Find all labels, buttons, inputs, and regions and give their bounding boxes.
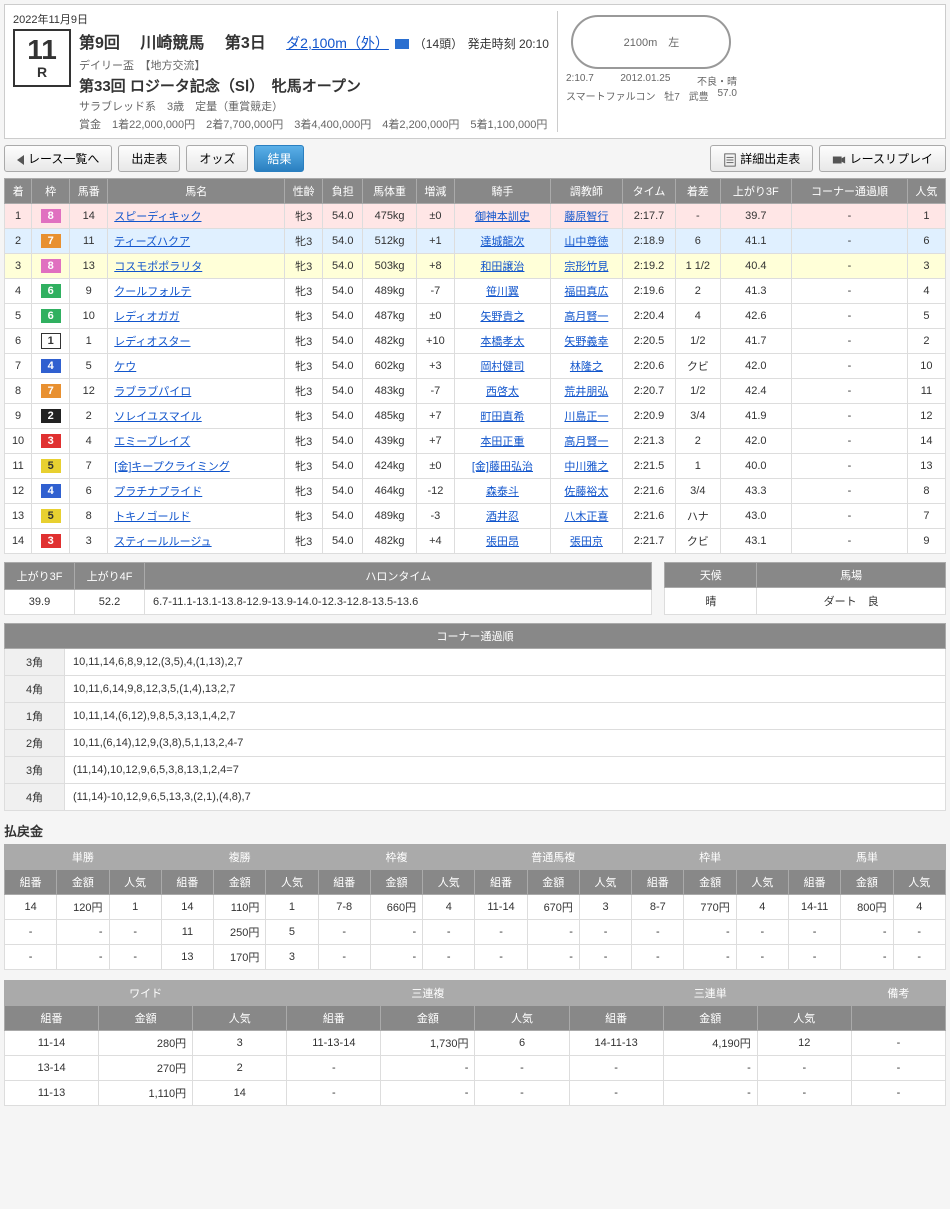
result-row: 1814スピーディキック牝354.0475kg±0御神本訓史藤原智行2:17.7… — [5, 204, 946, 229]
results-table: 着枠馬番馬名性齡負担馬体重増減騎手調教師タイム着差上がり3Fコーナー通過順人気 … — [4, 178, 946, 554]
horse-link[interactable]: スティールルージュ — [114, 536, 211, 548]
venue-name: 川崎競馬 — [140, 35, 204, 52]
trainer-link[interactable]: 荒井朋弘 — [564, 386, 608, 398]
result-row: 1034エミーブレイズ牝354.0439kg+7本田正重高月賢一2:21.324… — [5, 429, 946, 454]
result-row: 745ケウ牝354.0602kg+3岡村健司林隆之2:20.6クビ42.0-10 — [5, 354, 946, 379]
trainer-link[interactable]: 八木正喜 — [564, 511, 608, 523]
jockey-link[interactable]: 岡村健司 — [480, 361, 524, 373]
jockey-link[interactable]: 本田正重 — [480, 436, 524, 448]
document-icon — [723, 153, 737, 167]
jockey-link[interactable]: 町田直希 — [480, 411, 524, 423]
horse-link[interactable]: ティーズハクア — [114, 236, 190, 248]
race-name: 第33回 ロジータ記念（SⅠ） 牝馬オープン — [79, 75, 549, 96]
trainer-link[interactable]: 宗形竹見 — [564, 261, 608, 273]
trainer-link[interactable]: 矢野義幸 — [564, 336, 608, 348]
result-button[interactable]: 結果 — [254, 145, 304, 172]
horse-link[interactable]: スピーディキック — [114, 211, 201, 223]
trainer-link[interactable]: 川島正一 — [564, 411, 608, 423]
lap-table: 上がり3F上がり4Fハロンタイム 39.952.26.7-11.1-13.1-1… — [4, 562, 652, 615]
jockey-link[interactable]: [金]藤田弘治 — [472, 461, 533, 473]
trainer-link[interactable]: 高月賢一 — [564, 311, 608, 323]
jockey-link[interactable]: 西啓太 — [486, 386, 519, 398]
jockey-link[interactable]: 笹川翼 — [486, 286, 519, 298]
horse-link[interactable]: ケウ — [114, 361, 136, 373]
result-row: 469クールフォルテ牝354.0489kg-7笹川翼福田真広2:19.6241.… — [5, 279, 946, 304]
horse-link[interactable]: ラブラブパイロ — [114, 386, 191, 398]
jockey-link[interactable]: 張田昂 — [486, 536, 519, 548]
horse-link[interactable]: コスモポポラリタ — [114, 261, 202, 273]
horse-link[interactable]: [金]キープクライミング — [114, 461, 229, 473]
result-row: 611レディオスター牝354.0482kg+10本橋孝太矢野義幸2:20.51/… — [5, 329, 946, 354]
trainer-link[interactable]: 中川雅之 — [564, 461, 608, 473]
horse-link[interactable]: レディオスター — [114, 336, 190, 348]
weather-table: 天候馬場 晴ダート 良 — [664, 562, 946, 615]
camera-icon — [832, 153, 846, 167]
trainer-link[interactable]: 藤原智行 — [564, 211, 608, 223]
race-number-box: 11 R — [13, 29, 71, 87]
result-row: 1358トキノゴールド牝354.0489kg-3酒井忍八木正喜2:21.6ハナ4… — [5, 504, 946, 529]
horse-link[interactable]: クールフォルテ — [114, 286, 191, 298]
trainer-link[interactable]: 福田真広 — [564, 286, 608, 298]
result-row: 1246プラチナプライド牝354.0464kg-12森泰斗佐藤裕太2:21.63… — [5, 479, 946, 504]
nav-bar: レース一覧へ 出走表 オッズ 結果 詳細出走表 レースリプレイ — [4, 145, 946, 172]
race-header: 2022年11月9日 11 R 第9回 川崎競馬 第3日 ダ2,100m（外） … — [4, 4, 946, 139]
payout-table-2: ワイド三連複三連単備考 組番金額人気組番金額人気組番金額人気 11-14280円… — [4, 980, 946, 1106]
trainer-link[interactable]: 山中尊徳 — [564, 236, 608, 248]
jockey-link[interactable]: 矢野貴之 — [480, 311, 524, 323]
entries-button[interactable]: 出走表 — [118, 145, 180, 172]
jockey-link[interactable]: 和田譲治 — [480, 261, 524, 273]
jockey-link[interactable]: 御神本訓史 — [475, 211, 530, 223]
horse-link[interactable]: トキノゴールド — [114, 511, 190, 523]
odds-button[interactable]: オッズ — [186, 145, 248, 172]
result-row: 1433スティールルージュ牝354.0482kg+4張田昂張田京2:21.7クビ… — [5, 529, 946, 554]
trainer-link[interactable]: 林隆之 — [570, 361, 603, 373]
track-diagram-box: 2100m 左 2:10.7 2012.01.25 不良・晴 スマートファルコン… — [557, 11, 737, 132]
meeting-day: 第3日 — [225, 35, 266, 52]
result-row: 8712ラブラブパイロ牝354.0483kg-7西啓太荒井朋弘2:20.71/2… — [5, 379, 946, 404]
result-row: 922ソレイユスマイル牝354.0485kg+7町田直希川島正一2:20.93/… — [5, 404, 946, 429]
jockey-link[interactable]: 酒井忍 — [486, 511, 519, 523]
surface-flag-icon — [395, 39, 409, 49]
trainer-link[interactable]: 張田京 — [570, 536, 603, 548]
race-date: 2022年11月9日 — [13, 11, 549, 27]
meeting-number: 第9回 — [79, 35, 120, 52]
horse-link[interactable]: レディオガガ — [114, 311, 179, 323]
result-row: 1157[金]キープクライミング牝354.0424kg±0[金]藤田弘治中川雅之… — [5, 454, 946, 479]
corner-order-table: コーナー通過順 3角10,11,14,6,8,9,12,(3,5),4,(1,1… — [4, 623, 946, 811]
detail-entries-button[interactable]: 詳細出走表 — [710, 145, 813, 172]
horse-link[interactable]: ソレイユスマイル — [114, 411, 201, 423]
horse-link[interactable]: エミーブレイズ — [114, 436, 190, 448]
track-oval-icon: 2100m 左 — [571, 15, 731, 69]
jockey-link[interactable]: 本橋孝太 — [480, 336, 524, 348]
result-row: 3813コスモポポラリタ牝354.0503kg+8和田譲治宗形竹見2:19.21… — [5, 254, 946, 279]
trainer-link[interactable]: 佐藤裕太 — [564, 486, 608, 498]
payout-table-1: 単勝複勝枠複普通馬複枠単馬単 組番金額人気組番金額人気組番金額人気組番金額人気組… — [4, 844, 946, 970]
arrow-left-icon — [17, 155, 24, 165]
replay-button[interactable]: レースリプレイ — [819, 145, 946, 172]
trainer-link[interactable]: 高月賢一 — [564, 436, 608, 448]
back-button[interactable]: レース一覧へ — [4, 145, 112, 172]
horse-link[interactable]: プラチナプライド — [114, 486, 202, 498]
result-row: 2711ティーズハクア牝354.0512kg+1達城龍次山中尊徳2:18.964… — [5, 229, 946, 254]
result-row: 5610レディオガガ牝354.0487kg±0矢野貴之高月賢一2:20.4442… — [5, 304, 946, 329]
jockey-link[interactable]: 達城龍次 — [480, 236, 524, 248]
payout-title: 払戻金 — [4, 821, 946, 840]
distance-link[interactable]: ダ2,100m（外） — [286, 35, 389, 51]
jockey-link[interactable]: 森泰斗 — [486, 486, 519, 498]
